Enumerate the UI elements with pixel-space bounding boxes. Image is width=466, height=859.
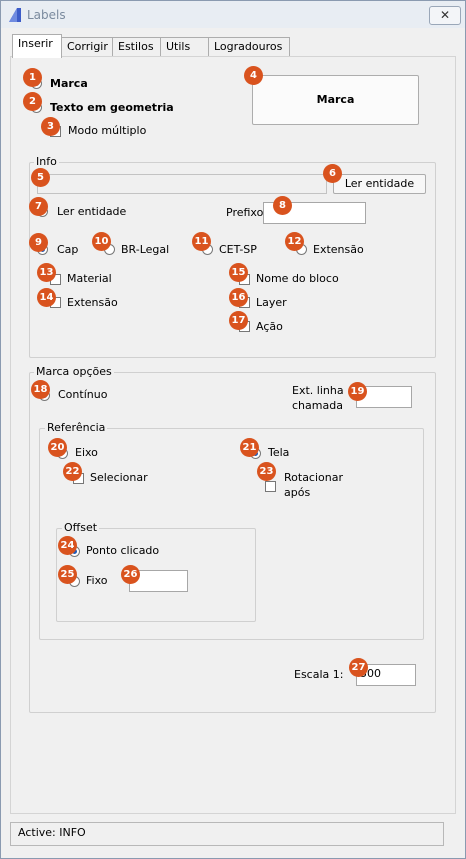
annotation-badge: 8 xyxy=(273,196,292,215)
annotation-badge: 21 xyxy=(240,438,259,457)
continuo-label: Contínuo xyxy=(58,388,108,401)
ler-entidade-label: Ler entidade xyxy=(57,205,127,218)
annotation-badge: 24 xyxy=(58,536,77,555)
fixo-label: Fixo xyxy=(86,574,108,587)
annotation-badge: 12 xyxy=(285,232,304,251)
cap-label: Cap xyxy=(57,243,79,256)
acao-label: Ação xyxy=(256,320,283,333)
annotation-badge: 23 xyxy=(257,462,276,481)
eixo-label: Eixo xyxy=(75,446,98,459)
modo-multiplo-label: Modo múltiplo xyxy=(68,124,147,137)
annotation-badge: 11 xyxy=(192,232,211,251)
marca-label: Marca xyxy=(50,77,88,90)
marca-button[interactable]: Marca xyxy=(252,75,419,125)
annotation-badge: 25 xyxy=(58,565,77,584)
tab-inserir[interactable]: Inserir xyxy=(12,34,62,58)
br-legal-label: BR-Legal xyxy=(121,243,170,256)
referencia-title: Referência xyxy=(45,421,108,434)
annotation-badge: 7 xyxy=(29,197,48,216)
annotation-badge: 1 xyxy=(23,68,42,87)
annotation-badge: 2 xyxy=(23,92,42,111)
annotation-badge: 10 xyxy=(92,232,111,251)
ler-entidade-button[interactable]: Ler entidade xyxy=(333,174,426,194)
info-field[interactable] xyxy=(37,174,327,194)
annotation-badge: 3 xyxy=(41,117,60,136)
rotacionar-label: Rotacionar xyxy=(284,471,344,484)
window-title: Labels xyxy=(27,8,66,22)
close-icon: ✕ xyxy=(439,8,451,22)
annotation-badge: 4 xyxy=(244,66,263,85)
rotacionar-checkbox[interactable] xyxy=(265,481,276,492)
nome-bloco-label: Nome do bloco xyxy=(256,272,339,285)
escala-label: Escala 1: xyxy=(294,668,344,681)
annotation-badge: 15 xyxy=(229,263,248,282)
extensao-label: Extensão xyxy=(313,243,364,256)
annotation-badge: 6 xyxy=(323,164,342,183)
annotation-badge: 27 xyxy=(349,658,368,677)
status-text: Active: INFO xyxy=(18,826,86,839)
marca-opcoes-title: Marca opções xyxy=(34,365,114,378)
material-label: Material xyxy=(67,272,112,285)
tab-logradouros[interactable]: Logradouros xyxy=(208,37,290,57)
ponto-clicado-label: Ponto clicado xyxy=(86,544,160,557)
ext-chamada-label: chamada xyxy=(292,399,343,412)
tab-corrigir[interactable]: Corrigir xyxy=(61,37,118,57)
status-bar: Active: INFO xyxy=(10,822,444,846)
layer-label: Layer xyxy=(256,296,287,309)
annotation-badge: 5 xyxy=(31,168,50,187)
annotation-badge: 16 xyxy=(229,288,248,307)
tela-label: Tela xyxy=(268,446,290,459)
annotation-badge: 9 xyxy=(29,233,48,252)
annotation-badge: 19 xyxy=(348,382,367,401)
close-button[interactable]: ✕ xyxy=(429,6,461,25)
annotation-badge: 26 xyxy=(121,565,140,584)
annotation-badge: 18 xyxy=(31,380,50,399)
title-bar: Labels ✕ xyxy=(1,1,465,28)
cet-sp-label: CET-SP xyxy=(219,243,257,256)
info-group-title: Info xyxy=(34,155,59,168)
annotation-badge: 22 xyxy=(63,462,82,481)
ext-linha-label: Ext. linha xyxy=(292,384,344,397)
rotacionar-apos-label: após xyxy=(284,486,311,499)
annotation-badge: 14 xyxy=(37,288,56,307)
app-logo-icon xyxy=(9,8,21,22)
extensao-checkbox-label: Extensão xyxy=(67,296,118,309)
annotation-badge: 13 xyxy=(37,263,56,282)
selecionar-label: Selecionar xyxy=(90,471,148,484)
annotation-badge: 20 xyxy=(48,438,67,457)
tab-estilos[interactable]: Estilos xyxy=(112,37,165,57)
tab-utils[interactable]: Utils xyxy=(160,37,211,57)
annotation-badge: 17 xyxy=(229,311,248,330)
prefixo-label: Prefixo xyxy=(226,206,264,219)
texto-geometria-label: Texto em geometria xyxy=(50,101,174,114)
offset-title: Offset xyxy=(62,521,100,534)
